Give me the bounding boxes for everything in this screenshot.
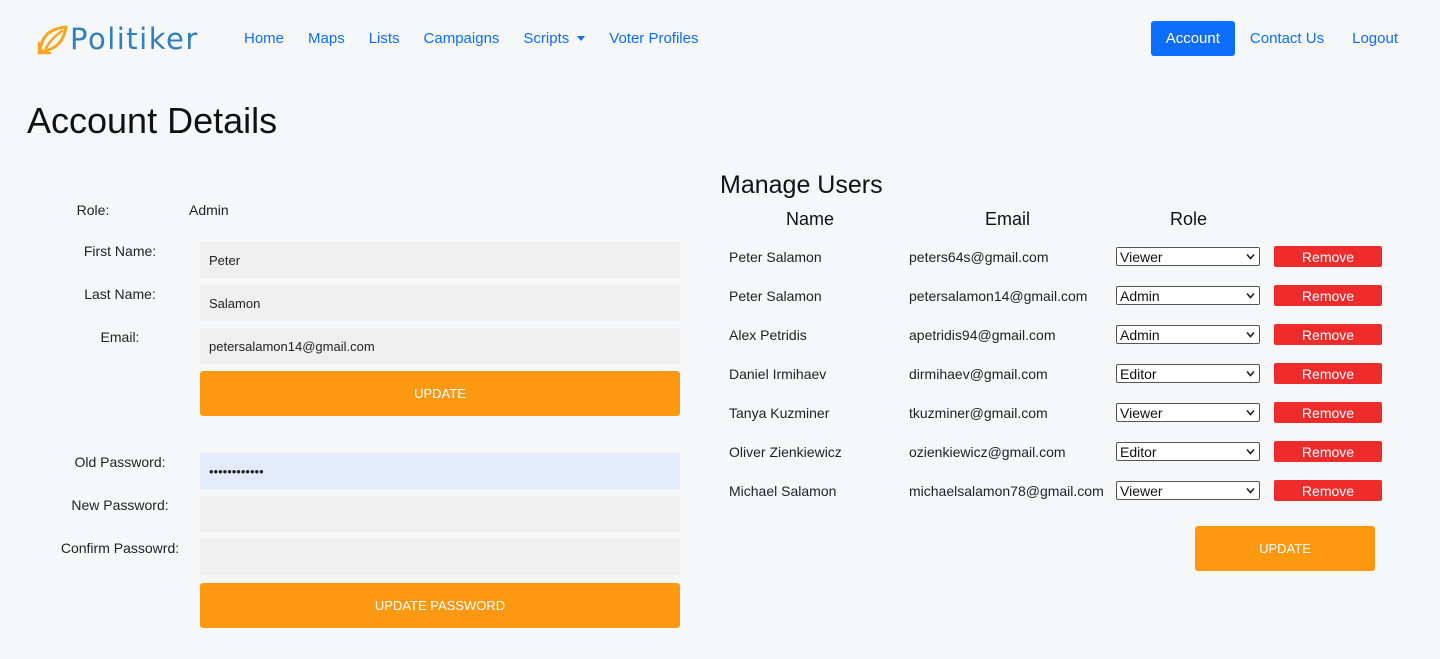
nav-account[interactable]: Account	[1150, 21, 1235, 56]
user-name: Daniel Irmihaev	[729, 366, 827, 382]
nav-campaigns[interactable]: Campaigns	[412, 26, 512, 51]
role-select[interactable]: Editor	[1116, 442, 1260, 461]
chevron-down-icon	[1246, 409, 1255, 416]
table-row: Tanya Kuzminer tkuzminer@gmail.com Viewer R…	[0, 402, 1440, 426]
user-nav: Account Contact Us Logout	[1150, 21, 1412, 56]
remove-user-button[interactable]: Remove	[1274, 402, 1382, 423]
chevron-down-icon	[1246, 253, 1255, 260]
nav-voter-profiles[interactable]: Voter Profiles	[597, 26, 710, 51]
nav-maps[interactable]: Maps	[296, 26, 357, 51]
brand-logo[interactable]: Politiker	[36, 20, 199, 58]
chevron-down-icon	[1246, 448, 1255, 455]
role-label: Role:	[76, 202, 110, 218]
table-row: Alex Petridis apetridis94@gmail.com Admin R…	[0, 324, 1440, 348]
remove-user-button[interactable]: Remove	[1274, 480, 1382, 501]
table-row: Peter Salamon petersalamon14@gmail.com Adm…	[0, 285, 1440, 309]
nav-home[interactable]: Home	[232, 26, 296, 51]
user-email: tkuzminer@gmail.com	[909, 405, 1048, 421]
chevron-down-icon	[1246, 292, 1255, 299]
remove-user-button[interactable]: Remove	[1274, 441, 1382, 462]
nav-contact-us[interactable]: Contact Us	[1236, 21, 1338, 56]
nav-logout[interactable]: Logout	[1338, 21, 1412, 56]
chevron-down-icon	[577, 36, 586, 41]
confirm-password-label: Confirm Passowrd:	[60, 540, 180, 556]
remove-user-button[interactable]: Remove	[1274, 246, 1382, 267]
user-name: Peter Salamon	[729, 288, 822, 304]
user-name: Oliver Zienkiewicz	[729, 444, 842, 460]
user-name: Alex Petridis	[729, 327, 807, 343]
remove-user-button[interactable]: Remove	[1274, 363, 1382, 384]
brand-name: Politiker	[70, 21, 199, 56]
role-select-value: Editor	[1120, 365, 1157, 382]
navbar: Politiker Home Maps Lists Campaigns Scri…	[0, 0, 1440, 78]
role-select[interactable]: Admin	[1116, 325, 1260, 344]
user-email: ozienkiewicz@gmail.com	[909, 444, 1066, 460]
chevron-down-icon	[1246, 487, 1255, 494]
table-row: Peter Salamon peters64s@gmail.com Viewer Re…	[0, 246, 1440, 270]
role-select-value: Admin	[1120, 287, 1160, 304]
table-row: Daniel Irmihaev dirmihaev@gmail.com Editor…	[0, 363, 1440, 387]
nav-scripts-label: Scripts	[523, 30, 570, 47]
table-row: Michael Salamon michaelsalamon78@gmail.co…	[0, 480, 1440, 504]
table-row: Oliver Zienkiewicz ozienkiewicz@gmail.com…	[0, 441, 1440, 465]
confirm-password-field[interactable]	[200, 539, 680, 575]
user-email: michaelsalamon78@gmail.com	[909, 483, 1104, 499]
role-select-value: Viewer	[1120, 404, 1163, 421]
user-name: Tanya Kuzminer	[729, 405, 830, 421]
remove-user-button[interactable]: Remove	[1274, 324, 1382, 345]
column-header-name: Name	[786, 209, 835, 229]
chevron-down-icon	[1246, 331, 1255, 338]
role-select[interactable]: Editor	[1116, 364, 1260, 383]
nav-scripts-dropdown[interactable]: Scripts	[511, 26, 597, 51]
role-select[interactable]: Viewer	[1116, 403, 1260, 422]
manage-users-title: Manage Users	[720, 171, 883, 199]
role-select-value: Viewer	[1120, 248, 1163, 265]
page-title: Account Details	[27, 100, 278, 141]
main-nav: Home Maps Lists Campaigns Scripts Voter …	[232, 26, 710, 51]
role-select[interactable]: Viewer	[1116, 247, 1260, 266]
user-email: petersalamon14@gmail.com	[909, 288, 1088, 304]
column-header-email: Email	[985, 209, 1031, 229]
role-select-value: Admin	[1120, 326, 1160, 343]
update-password-button[interactable]: UPDATE PASSWORD	[200, 583, 680, 628]
remove-user-button[interactable]: Remove	[1274, 285, 1382, 306]
user-name: Michael Salamon	[729, 483, 837, 499]
column-header-role: Role	[1170, 209, 1208, 229]
role-select-value: Viewer	[1120, 482, 1163, 499]
update-users-button[interactable]: UPDATE	[1195, 526, 1375, 571]
leaf-logo-icon	[37, 25, 68, 55]
nav-lists[interactable]: Lists	[357, 26, 412, 51]
role-select-value: Editor	[1120, 443, 1157, 460]
role-select[interactable]: Admin	[1116, 286, 1260, 305]
user-name: Peter Salamon	[729, 249, 822, 265]
chevron-down-icon	[1246, 370, 1255, 377]
role-value: Admin	[189, 202, 229, 218]
user-email: peters64s@gmail.com	[909, 249, 1049, 265]
user-email: dirmihaev@gmail.com	[909, 366, 1048, 382]
role-select[interactable]: Viewer	[1116, 481, 1260, 500]
user-email: apetridis94@gmail.com	[909, 327, 1056, 343]
